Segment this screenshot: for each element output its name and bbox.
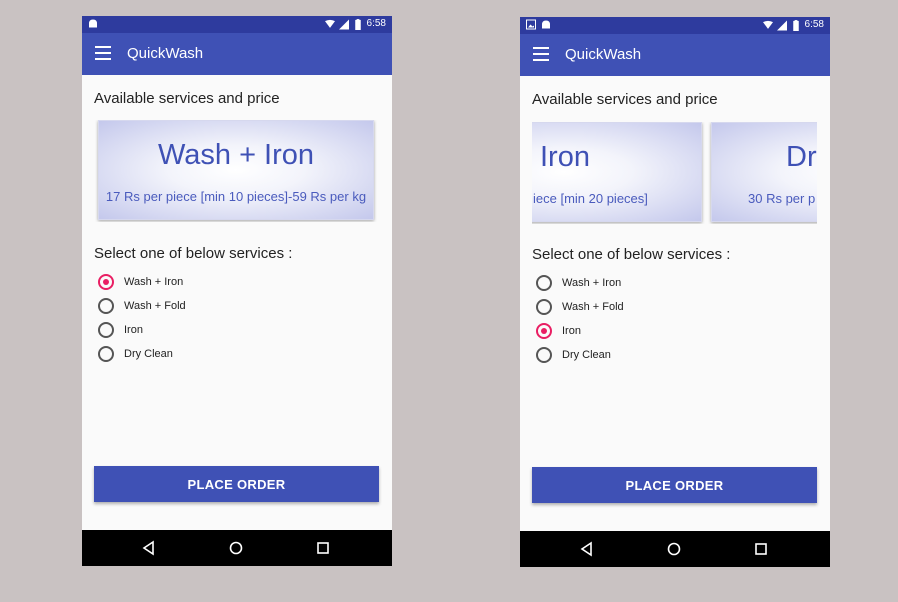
service-radio-group: Wash + Iron Wash + Fold Iron Dry Clean — [536, 271, 624, 367]
status-time: 6:58 — [366, 18, 386, 29]
battery-icon — [354, 18, 361, 30]
select-service-title: Select one of below services : — [94, 245, 293, 262]
service-carousel[interactable]: Wash + Iron 17 Rs per piece [min 10 piec… — [94, 120, 379, 222]
radio-option-dry-clean[interactable]: Dry Clean — [98, 342, 186, 366]
radio-button[interactable] — [536, 299, 552, 315]
radio-label: Wash + Fold — [124, 300, 186, 312]
radio-button[interactable] — [98, 298, 114, 314]
radio-option-iron[interactable]: Iron — [98, 318, 186, 342]
status-bar: 6:58 — [520, 17, 830, 34]
system-nav-bar — [82, 530, 392, 566]
service-card-title: Dr — [786, 141, 817, 173]
status-time: 6:58 — [804, 19, 824, 30]
radio-button[interactable] — [536, 323, 552, 339]
image-icon — [526, 19, 536, 30]
menu-icon[interactable] — [95, 46, 111, 60]
home-icon[interactable] — [227, 539, 245, 557]
radio-button[interactable] — [98, 274, 114, 290]
battery-icon — [792, 19, 799, 31]
signal-icon — [776, 20, 787, 30]
system-nav-bar — [520, 531, 830, 567]
home-icon[interactable] — [665, 540, 683, 558]
available-services-title: Available services and price — [532, 91, 718, 108]
recent-apps-icon[interactable] — [314, 539, 332, 557]
service-carousel[interactable]: Iron iece [min 20 pieces] Dr 30 Rs per p — [532, 122, 817, 224]
android-icon — [542, 20, 550, 29]
app-title: QuickWash — [565, 46, 642, 63]
service-card[interactable]: Dr 30 Rs per p — [711, 122, 817, 222]
place-order-button[interactable]: PLACE ORDER — [94, 466, 379, 502]
radio-option-iron[interactable]: Iron — [536, 319, 624, 343]
service-radio-group: Wash + Iron Wash + Fold Iron Dry Clean — [98, 270, 186, 366]
radio-label: Wash + Iron — [124, 276, 184, 288]
service-card-price: 30 Rs per p — [748, 191, 816, 206]
back-icon[interactable] — [140, 539, 158, 557]
phone-screen-1: 6:58 QuickWash Available services and pr… — [82, 16, 392, 566]
radio-label: Dry Clean — [124, 348, 173, 360]
service-card[interactable]: Iron iece [min 20 pieces] — [532, 122, 702, 222]
radio-option-dry-clean[interactable]: Dry Clean — [536, 343, 624, 367]
status-bar: 6:58 — [82, 16, 392, 33]
radio-button[interactable] — [98, 322, 114, 338]
radio-button[interactable] — [536, 275, 552, 291]
android-icon — [89, 19, 97, 28]
select-service-title: Select one of below services : — [532, 246, 731, 263]
radio-label: Iron — [124, 324, 143, 336]
radio-option-wash-fold[interactable]: Wash + Fold — [536, 295, 624, 319]
radio-button[interactable] — [98, 346, 114, 362]
radio-label: Dry Clean — [562, 349, 611, 361]
back-icon[interactable] — [578, 540, 596, 558]
wifi-icon — [324, 19, 335, 28]
service-card-title: Iron — [540, 141, 590, 173]
signal-icon — [338, 19, 349, 29]
available-services-title: Available services and price — [94, 90, 280, 107]
radio-option-wash-iron[interactable]: Wash + Iron — [536, 271, 624, 295]
radio-label: Wash + Fold — [562, 301, 624, 313]
app-bar: QuickWash — [520, 34, 830, 76]
app-title: QuickWash — [127, 45, 204, 62]
place-order-button[interactable]: PLACE ORDER — [532, 467, 817, 503]
app-bar: QuickWash — [82, 33, 392, 75]
menu-icon[interactable] — [533, 47, 549, 61]
wifi-icon — [762, 20, 773, 29]
service-card-price: 17 Rs per piece [min 10 pieces]-59 Rs pe… — [105, 189, 367, 204]
radio-label: Iron — [562, 325, 581, 337]
radio-button[interactable] — [536, 347, 552, 363]
radio-label: Wash + Iron — [562, 277, 622, 289]
service-card-title: Wash + Iron — [157, 139, 315, 171]
phone-screen-2: 6:58 QuickWash Available services and pr… — [520, 17, 830, 567]
radio-option-wash-iron[interactable]: Wash + Iron — [98, 270, 186, 294]
service-card[interactable]: Wash + Iron 17 Rs per piece [min 10 piec… — [98, 120, 374, 220]
recent-apps-icon[interactable] — [752, 540, 770, 558]
service-card-price: iece [min 20 pieces] — [533, 191, 648, 206]
radio-option-wash-fold[interactable]: Wash + Fold — [98, 294, 186, 318]
